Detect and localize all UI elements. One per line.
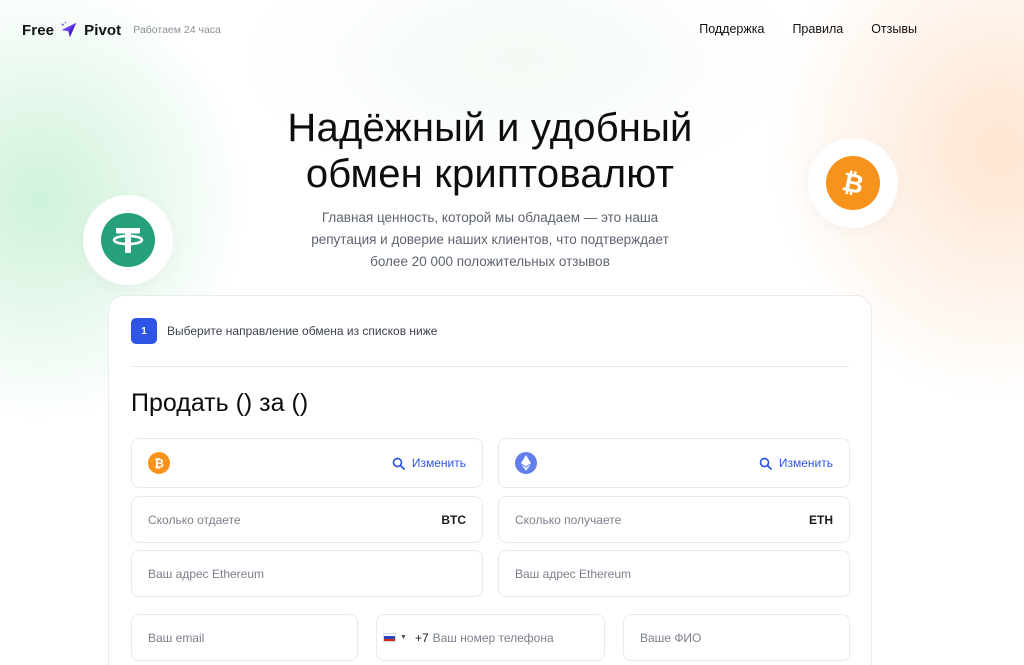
step-number-badge: 1 [131,318,157,344]
hero-title-line-1: Надёжный и удобный [287,106,693,150]
hero-subtitle: Главная ценность, которой мы обладаем — … [290,207,690,273]
bitcoin-icon: ₿ [826,156,880,210]
site-header: Free Pivot Работаем 24 часа Поддержка Пр… [0,0,1024,60]
card-divider [131,366,849,367]
nav-link-rules[interactable]: Правила [792,22,843,36]
give-address-input[interactable]: Ваш адрес Ethereum [131,550,483,597]
give-address-placeholder: Ваш адрес Ethereum [148,566,265,581]
email-placeholder: Ваш email [148,630,205,645]
bitcoin-badge: ₿ [808,138,898,228]
get-change-button[interactable]: Изменить [759,456,833,470]
email-input[interactable]: Ваш email [131,614,358,661]
search-icon [392,457,405,470]
main-nav: Поддержка Правила Отзывы [699,22,917,36]
search-icon [759,457,772,470]
get-change-label: Изменить [778,456,833,470]
logo-word-pivot: Pivot [84,21,122,39]
full-name-input[interactable]: Ваше ФИО [623,614,850,661]
russia-flag-icon [383,633,396,642]
phone-input[interactable]: ▼ +7 Ваш номер телефона [376,614,605,661]
exchange-direction-title: Продать () за () [131,389,309,417]
hero-subtitle-line-1: Главная ценность, которой мы обладаем — … [321,210,659,225]
give-change-label: Изменить [411,456,466,470]
paper-plane-icon [61,22,77,38]
get-address-input[interactable]: Ваш адрес Ethereum [498,550,850,597]
get-amount-placeholder: Сколько получаете [515,512,622,527]
tether-icon [101,213,155,267]
country-code-selector[interactable]: ▼ +7 [383,631,429,645]
tether-badge [83,195,173,285]
give-currency-selector[interactable]: ₿ Изменить [131,438,483,488]
hero-title-line-2: обмен криптовалют [305,152,675,196]
hero-subtitle-line-2: репутация и доверие наших клиентов, что … [311,232,669,247]
give-currency-code: BTC [441,512,466,527]
ethereum-icon [515,452,537,474]
nav-link-reviews[interactable]: Отзывы [871,22,917,36]
working-hours-tagline: Работаем 24 часа [133,24,221,36]
logo-word-free: Free [22,21,55,39]
get-currency-selector[interactable]: Изменить [498,438,850,488]
hero-subtitle-line-3: более 20 000 положительных отзывов [370,254,610,269]
step-indicator: 1 Выберите направление обмена из списков… [131,318,437,344]
give-amount-input[interactable]: Сколько отдаете BTC [131,496,483,543]
chevron-down-icon: ▼ [400,634,407,641]
full-name-placeholder: Ваше ФИО [640,630,702,645]
give-amount-placeholder: Сколько отдаете [148,512,241,527]
phone-placeholder: Ваш номер телефона [432,630,554,645]
nav-link-support[interactable]: Поддержка [699,22,764,36]
phone-country-code: +7 [414,630,429,645]
site-logo[interactable]: Free Pivot Работаем 24 часа [22,20,221,40]
bitcoin-icon: ₿ [148,452,170,474]
get-amount-input[interactable]: Сколько получаете ETH [498,496,850,543]
give-change-button[interactable]: Изменить [392,456,466,470]
svg-text:₿: ₿ [154,457,164,471]
get-currency-code: ETH [809,512,833,527]
get-address-placeholder: Ваш адрес Ethereum [515,566,632,581]
step-instruction: Выберите направление обмена из списков н… [167,324,438,338]
